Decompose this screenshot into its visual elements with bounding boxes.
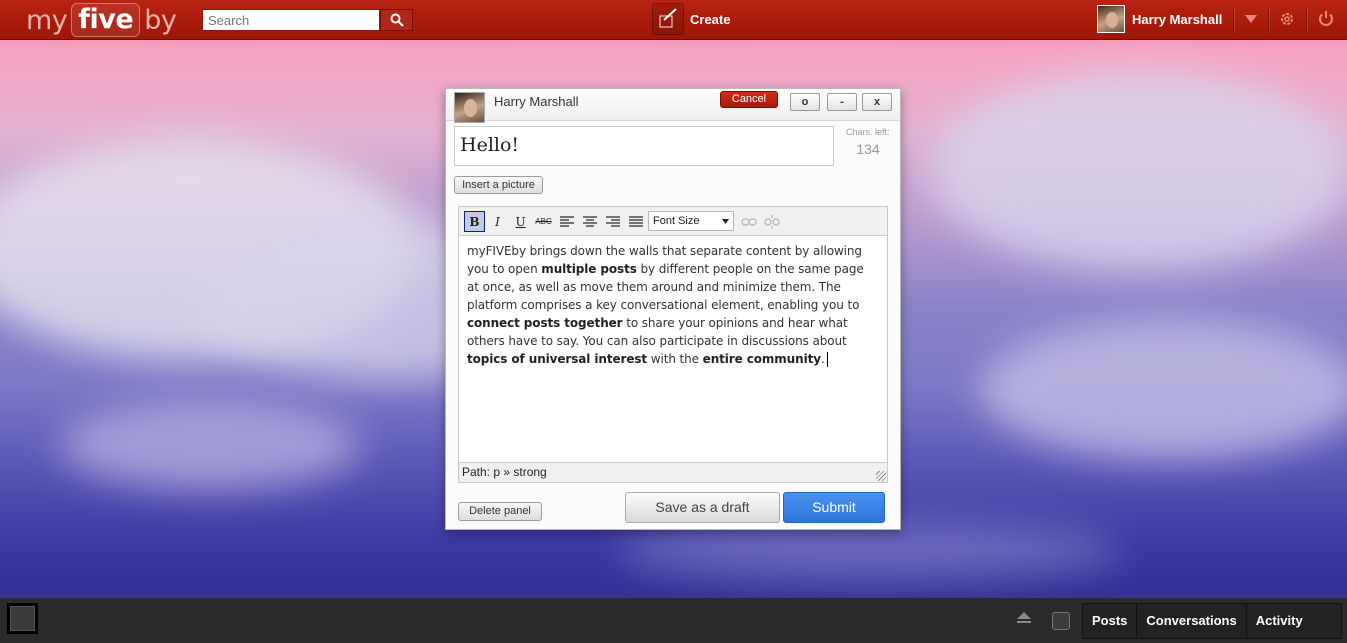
maximize-button[interactable]: o — [790, 93, 820, 111]
submit-button[interactable]: Submit — [783, 492, 885, 523]
link-icon[interactable] — [738, 211, 759, 232]
italic-button[interactable]: I — [487, 211, 508, 232]
font-size-label: Font Size — [653, 215, 700, 227]
chars-left-label: Chars. left: — [846, 127, 890, 137]
align-center-icon[interactable] — [579, 211, 600, 232]
post-editor-panel: Harry Marshall Cancel o - x Hello! Chars… — [445, 88, 901, 530]
checkbox[interactable] — [1052, 612, 1070, 630]
rich-text-editor: B I U ABC Font Size myFIVEby brings down… — [458, 206, 888, 483]
logo[interactable]: my five by — [26, 2, 177, 38]
divider — [1268, 7, 1269, 33]
bold-text-segment: topics of universal interest — [467, 352, 648, 366]
logo-my: my — [26, 4, 68, 36]
bottom-bar: Posts Conversations Activity — [0, 597, 1347, 643]
search-bar — [202, 9, 413, 31]
text-segment: with the — [647, 352, 703, 366]
search-icon — [390, 13, 404, 27]
user-name: Harry Marshall — [1132, 11, 1223, 27]
unlink-icon[interactable] — [761, 211, 782, 232]
font-size-select[interactable]: Font Size — [648, 211, 734, 231]
underline-button[interactable]: U — [510, 211, 531, 232]
bold-button[interactable]: B — [464, 211, 485, 232]
align-right-icon[interactable] — [602, 211, 623, 232]
square-icon[interactable] — [7, 603, 38, 634]
tab-activity[interactable]: Activity — [1247, 603, 1312, 639]
panel-header[interactable]: Harry Marshall Cancel o - x — [446, 89, 900, 123]
tab-conversations[interactable]: Conversations — [1137, 603, 1247, 639]
background-cloud — [980, 320, 1347, 460]
title-input[interactable]: Hello! — [454, 126, 834, 166]
editor-path-bar: Path: p » strong — [459, 462, 887, 482]
avatar — [454, 92, 485, 123]
search-input[interactable] — [202, 9, 380, 31]
pencil-icon — [652, 3, 684, 35]
bold-text-segment: entire community — [702, 352, 821, 366]
minimize-button[interactable]: - — [827, 93, 857, 111]
gear-icon[interactable] — [1277, 9, 1297, 29]
background-cloud — [60, 400, 360, 490]
bold-text-segment: connect posts together — [467, 316, 623, 330]
bottom-tabs: Posts Conversations Activity — [1082, 603, 1342, 639]
text-segment: . — [820, 352, 825, 366]
avatar — [1097, 5, 1125, 33]
eject-icon[interactable] — [1017, 612, 1031, 627]
panel-author-name: Harry Marshall — [494, 94, 579, 109]
editor-content[interactable]: myFIVEby brings down the walls that sepa… — [459, 237, 887, 462]
close-button[interactable]: x — [862, 93, 892, 111]
logo-by: by — [144, 4, 177, 36]
create-button[interactable]: Create — [652, 3, 730, 35]
editor-toolbar: B I U ABC Font Size — [459, 207, 887, 236]
delete-panel-button[interactable]: Delete panel — [458, 502, 542, 521]
dropdown-arrow-icon[interactable] — [1241, 9, 1261, 29]
editor-path-label: Path: p » strong — [462, 465, 547, 479]
tab-posts[interactable]: Posts — [1083, 603, 1138, 639]
search-button[interactable] — [380, 9, 413, 31]
background-cloud — [930, 70, 1347, 270]
bold-text-segment: multiple posts — [541, 262, 637, 276]
resize-handle[interactable] — [876, 471, 886, 481]
align-justify-icon[interactable] — [625, 211, 646, 232]
chevron-down-icon — [722, 218, 729, 224]
create-label: Create — [690, 11, 731, 27]
top-bar: my five by Create Harry Marshall — [0, 0, 1347, 40]
insert-picture-button[interactable]: Insert a picture — [454, 176, 543, 194]
text-caret — [826, 352, 828, 367]
chars-left-value: 134 — [856, 141, 880, 157]
logo-five: five — [71, 3, 141, 37]
save-draft-button[interactable]: Save as a draft — [625, 492, 780, 523]
divider — [1233, 7, 1234, 33]
strikethrough-button[interactable]: ABC — [533, 211, 554, 232]
align-left-icon[interactable] — [556, 211, 577, 232]
cancel-button[interactable]: Cancel — [720, 91, 778, 108]
power-icon[interactable] — [1316, 9, 1336, 29]
user-menu[interactable]: Harry Marshall — [1097, 5, 1222, 33]
divider — [1306, 7, 1307, 33]
